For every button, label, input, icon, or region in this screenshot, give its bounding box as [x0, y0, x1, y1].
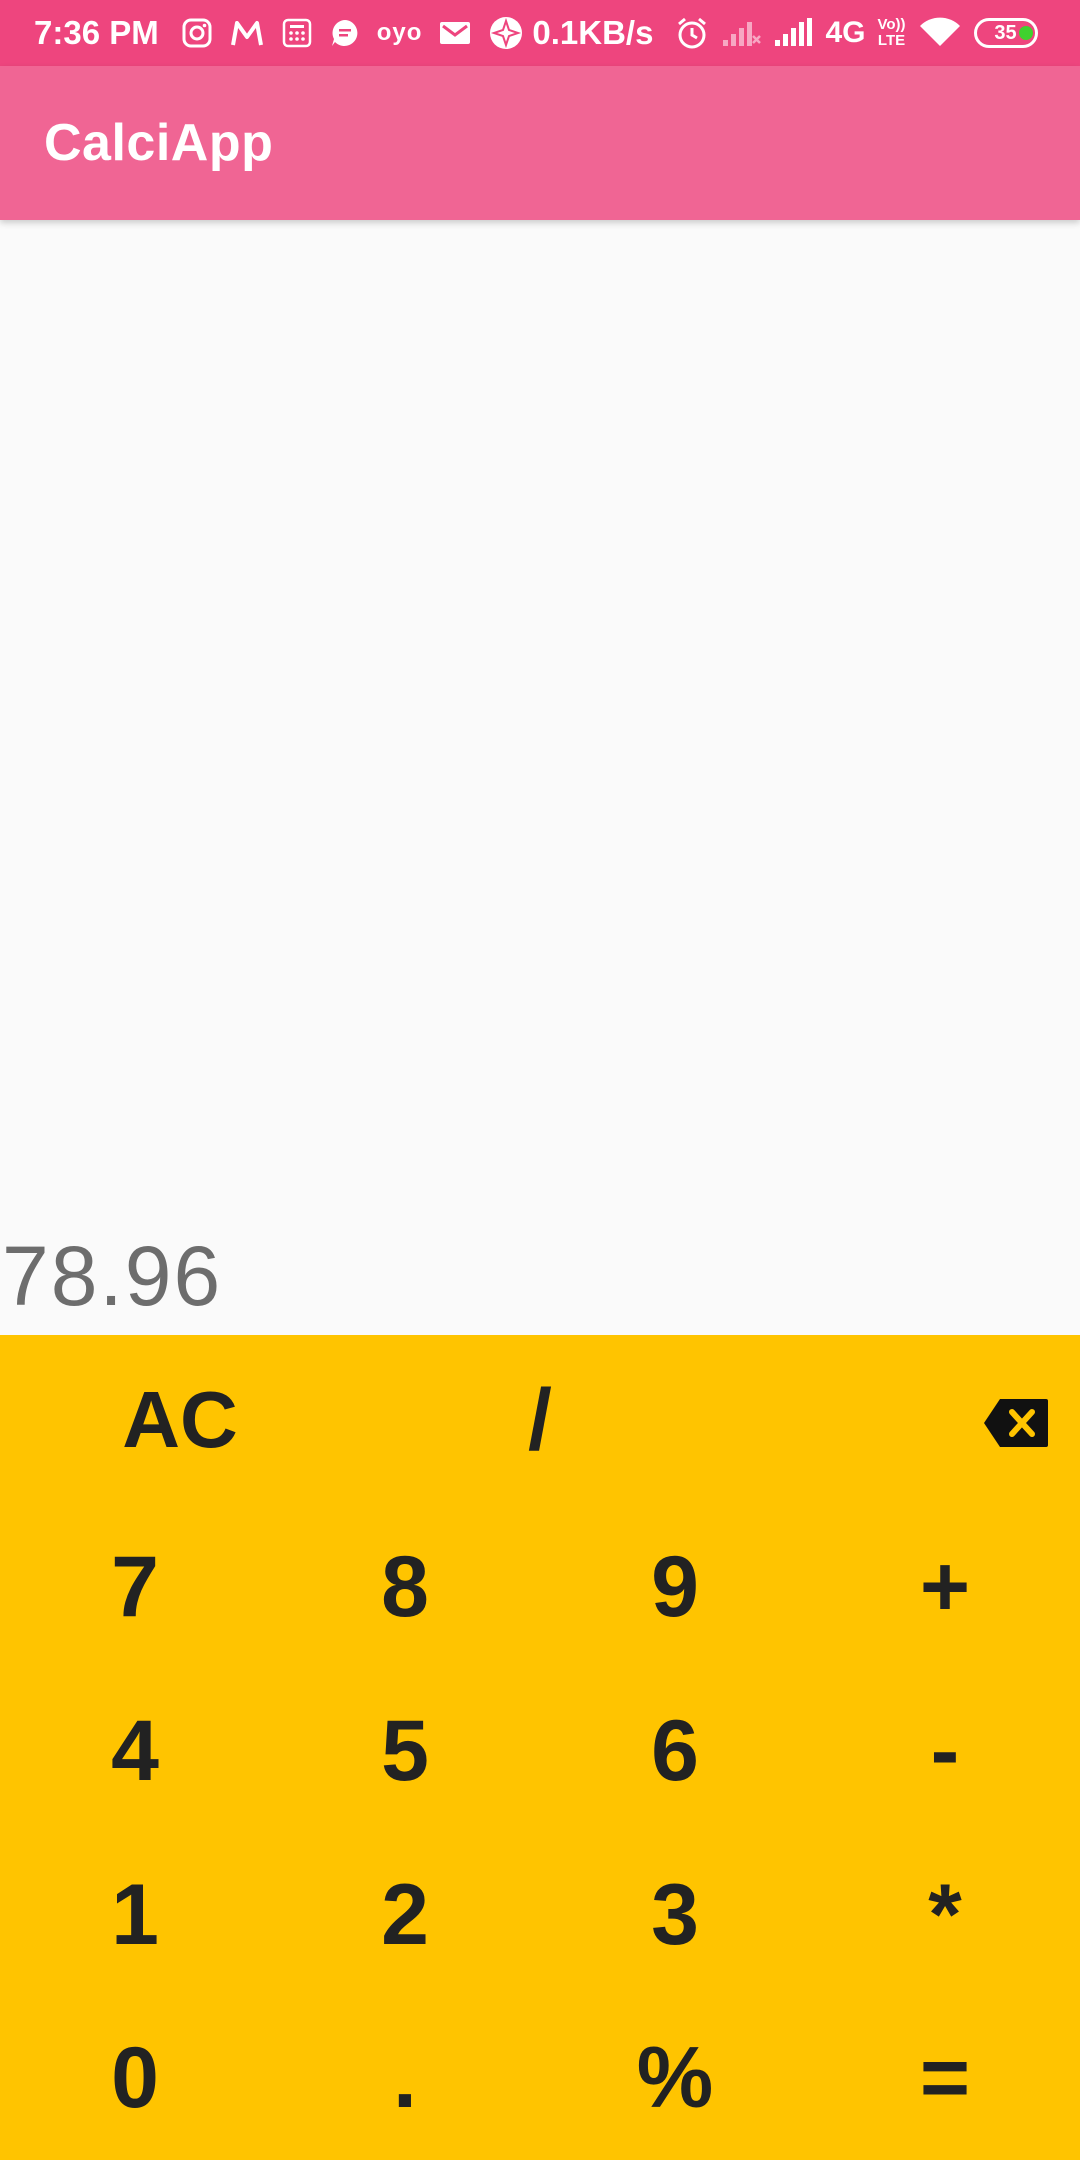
multiply-button[interactable]: * [810, 1833, 1080, 1997]
battery-charge-dot [1018, 26, 1033, 40]
oyo-icon: oyo [376, 19, 423, 46]
digit-9-button[interactable]: 9 [540, 1505, 810, 1669]
backspace-button[interactable] [720, 1335, 1080, 1505]
notification-icons: oyo [181, 15, 525, 51]
network-type: 4G [825, 16, 866, 49]
percent-button[interactable]: % [540, 1997, 810, 2160]
network-speed: 0.1KB/s [532, 14, 654, 51]
digit-4-button[interactable]: 4 [0, 1669, 270, 1833]
digit-8-button[interactable]: 8 [270, 1505, 540, 1669]
equals-button[interactable]: = [810, 1997, 1080, 2160]
result-value: 78.96 [2, 1229, 223, 1323]
app-title: CalciApp [44, 114, 274, 172]
alarm-icon [675, 16, 709, 50]
volte-top: Vo)) [877, 16, 906, 33]
calculator-icon [281, 17, 313, 49]
digit-3-button[interactable]: 3 [540, 1833, 810, 1997]
message-icon [329, 17, 361, 49]
app-bar: CalciApp [0, 66, 1080, 220]
digit-6-button[interactable]: 6 [540, 1669, 810, 1833]
calculator-display: 78.96 [0, 220, 1080, 1335]
plus-button[interactable]: + [810, 1505, 1080, 1669]
vpn-icon [488, 15, 524, 51]
signal-icon [721, 18, 762, 48]
digit-5-button[interactable]: 5 [270, 1669, 540, 1833]
instagram-icon [181, 17, 213, 49]
digit-1-button[interactable]: 1 [0, 1833, 270, 1997]
keypad: AC / 7 8 9 + 4 5 6 - 1 2 3 * 0 . % = [0, 1335, 1080, 2160]
digit-7-button[interactable]: 7 [0, 1505, 270, 1669]
battery-icon: 35 [973, 18, 1038, 48]
battery-level: 35 [994, 21, 1017, 44]
status-bar: 7:36 PM oyo 0.1KB/s 4G Vo)) LTE 35 [0, 0, 1080, 66]
minus-button[interactable]: - [810, 1669, 1080, 1833]
volte-bottom: LTE [877, 32, 906, 49]
status-time: 7:36 PM [34, 14, 159, 51]
volte-indicator: Vo)) LTE [877, 17, 905, 49]
wifi-icon [918, 16, 962, 50]
clear-button[interactable]: AC [0, 1335, 360, 1505]
digit-2-button[interactable]: 2 [270, 1833, 540, 1997]
myntra-icon [229, 17, 265, 49]
signal-icon [773, 18, 813, 48]
status-right: 4G Vo)) LTE 35 [675, 16, 1038, 50]
backspace-icon [982, 1371, 1050, 1470]
digit-0-button[interactable]: 0 [0, 1997, 270, 2160]
decimal-button[interactable]: . [270, 1997, 540, 2160]
divide-button[interactable]: / [360, 1335, 720, 1505]
gmail-icon [438, 19, 472, 47]
